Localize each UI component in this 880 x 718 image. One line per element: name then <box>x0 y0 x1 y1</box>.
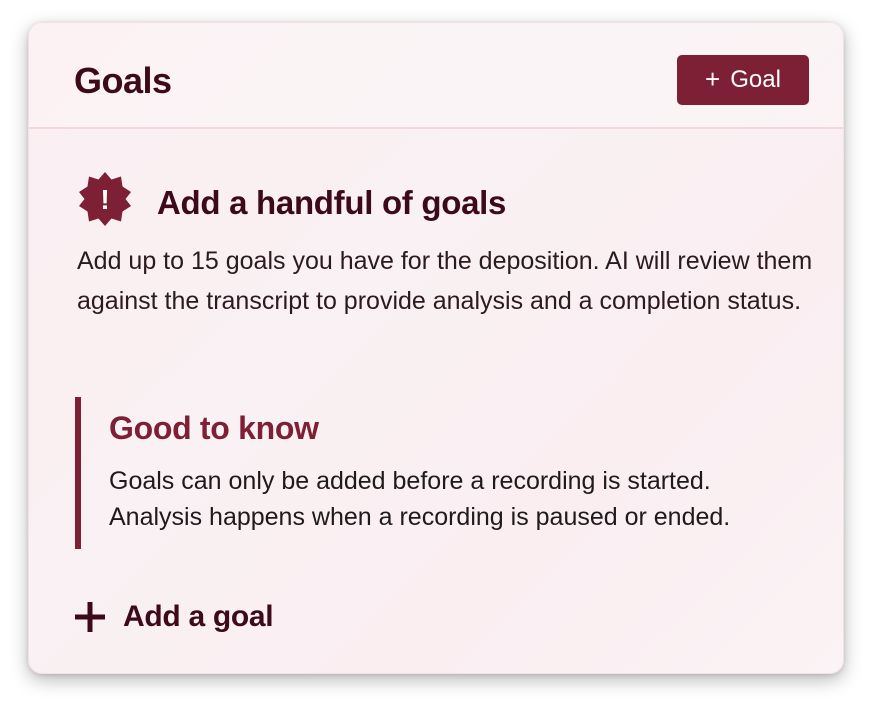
add-a-goal-label: Add a goal <box>123 600 274 633</box>
plus-icon <box>75 602 105 632</box>
intro-description: Add up to 15 goals you have for the depo… <box>77 247 813 315</box>
add-goal-button[interactable]: + Goal <box>677 55 809 105</box>
section-heading: Add a handful of goals <box>157 184 507 221</box>
card-header: Goals + Goal <box>29 23 843 129</box>
add-a-goal-link[interactable]: Add a goal <box>75 597 274 637</box>
plus-icon: + <box>705 63 721 94</box>
callout-line-1: Goals can only be added before a recordi… <box>109 467 711 495</box>
goals-card: Goals + Goal ! Add a handful of goals Ad… <box>28 22 844 674</box>
alert-badge-icon: ! <box>79 172 131 226</box>
badge-glyph: ! <box>100 184 109 215</box>
page-title: Goals <box>74 60 172 101</box>
callout-body: Goals can only be added before a recordi… <box>109 463 809 535</box>
add-goal-button-label: Goal <box>730 66 781 93</box>
callout-title: Good to know <box>109 410 319 446</box>
callout-line-2: Analysis happens when a recording is pau… <box>109 503 731 531</box>
good-to-know-callout: Good to know Goals can only be added bef… <box>75 397 801 549</box>
